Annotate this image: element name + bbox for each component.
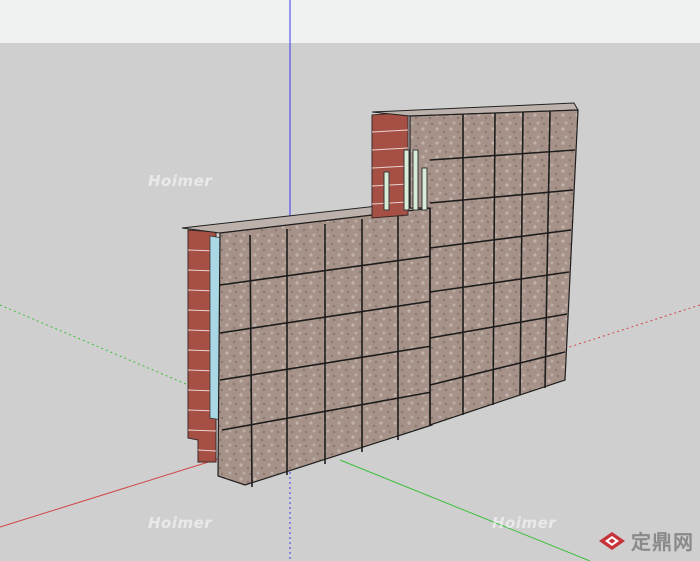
red-axis [0, 458, 219, 528]
model-scene[interactable] [0, 0, 700, 561]
red-axis-dotted [559, 304, 700, 351]
logo-text: 定鼎网 [631, 530, 694, 554]
green-axis-dotted [0, 304, 201, 391]
green-axis [339, 459, 591, 561]
sketchup-viewport[interactable]: Hoimer Hoimer Hoimer 定鼎网 [0, 0, 700, 561]
diamond-logo-icon [599, 531, 625, 550]
site-logo: 定鼎网 [597, 526, 694, 555]
left-wall[interactable] [181, 203, 433, 488]
